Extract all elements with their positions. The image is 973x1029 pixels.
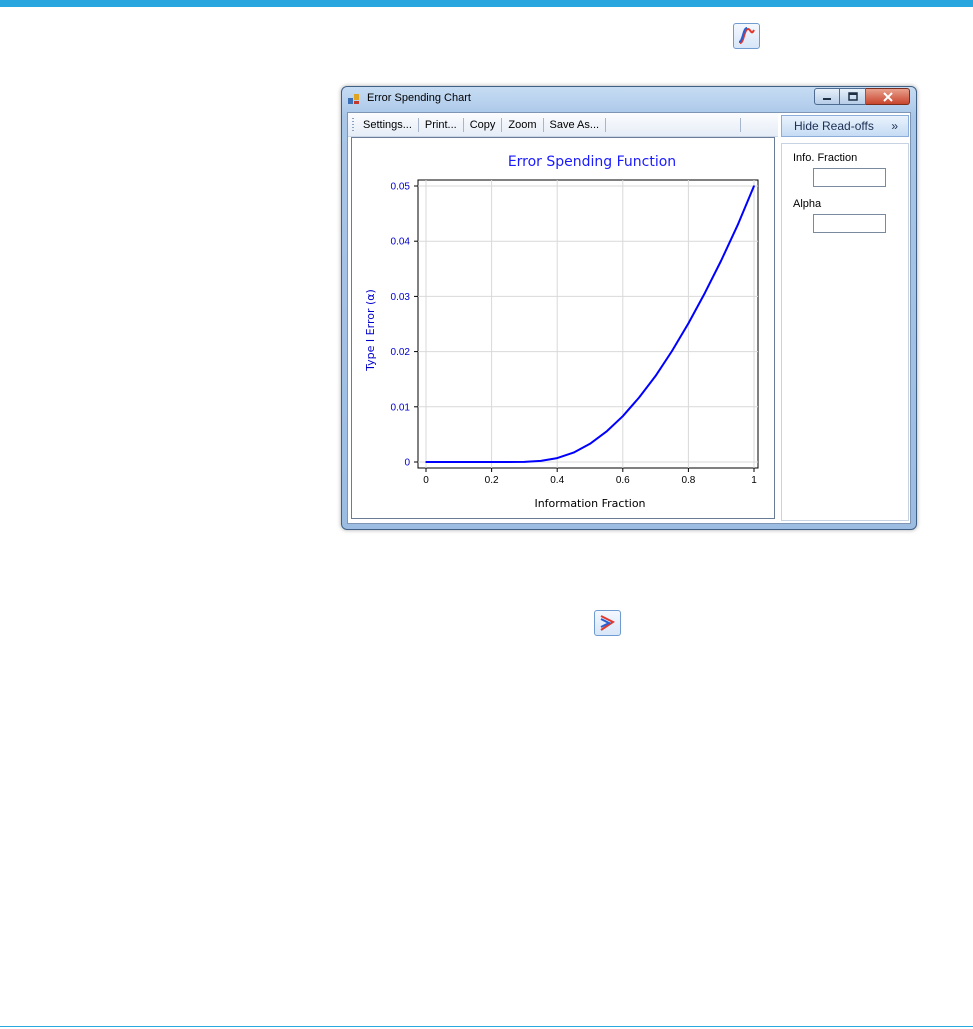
alpha-label: Alpha — [793, 198, 822, 210]
app-window-icon — [348, 94, 359, 104]
error-spending-chart: 0 0.2 0.4 0.6 0.8 1 0 0.01 0.02 0.03 0.04 0.05 Error… — [364, 154, 759, 510]
data-point — [605, 430, 608, 433]
data-point — [490, 461, 493, 463]
data-point — [671, 350, 673, 352]
error-spending-chart-window: Error Spending Chart Settings... Print..… — [341, 86, 917, 530]
x-tick-label: 0.2 — [485, 475, 499, 486]
settings-button[interactable]: Settings... — [357, 119, 418, 131]
close-button[interactable] — [866, 88, 910, 105]
window-title: Error Spending Chart — [367, 92, 471, 104]
data-point — [425, 461, 427, 463]
data-point — [458, 461, 460, 463]
maximize-button[interactable] — [840, 88, 866, 105]
window-client-area: Settings... Print... Copy Zoom Save As..… — [347, 112, 911, 524]
y-tick-label: 0.04 — [391, 237, 411, 248]
double-chevron-right-icon: » — [891, 119, 898, 133]
chart-toolbar: Settings... Print... Copy Zoom Save As..… — [348, 113, 778, 137]
read-offs-box: Info. Fraction Alpha — [781, 143, 909, 521]
plot-frame — [417, 179, 759, 469]
hide-read-offs-label: Hide Read-offs — [794, 119, 874, 133]
y-tick-label: 0.02 — [391, 347, 411, 358]
read-offs-panel: Hide Read-offs » Info. Fraction Alpha — [780, 113, 910, 523]
y-axis-label: Type I Error (α) — [364, 289, 377, 372]
info-fraction-label: Info. Fraction — [793, 152, 858, 164]
save-as-button[interactable]: Save As... — [544, 119, 606, 131]
y-tick-label: 0 — [404, 458, 410, 469]
data-point — [523, 461, 526, 463]
close-icon — [882, 91, 893, 102]
toolbar-separator — [605, 117, 607, 132]
data-point — [638, 396, 640, 399]
x-tick-label: 0.4 — [550, 475, 564, 486]
data-point — [540, 460, 542, 462]
toolbar-grip[interactable] — [352, 117, 354, 132]
data-point — [753, 185, 755, 187]
print-button[interactable]: Print... — [419, 119, 463, 131]
data-point — [572, 451, 575, 454]
boundary-app-icon[interactable] — [594, 610, 621, 636]
spending-function-app-icon[interactable] — [733, 23, 760, 49]
data-point — [441, 461, 444, 463]
y-tick-label: 0.05 — [391, 182, 411, 193]
zoom-button[interactable]: Zoom — [502, 119, 542, 131]
hide-read-offs-button[interactable]: Hide Read-offs » — [781, 115, 909, 137]
copy-button[interactable]: Copy — [464, 119, 502, 131]
window-titlebar[interactable]: Error Spending Chart — [342, 87, 916, 111]
alpha-input[interactable] — [813, 214, 886, 233]
data-point — [556, 457, 558, 459]
top-accent-bar — [0, 0, 973, 7]
data-point — [687, 322, 690, 325]
x-tick-label: 1 — [751, 475, 757, 486]
toolbar-separator — [740, 118, 741, 132]
x-tick-label: 0 — [423, 475, 429, 486]
data-point — [622, 415, 624, 417]
data-point — [507, 461, 509, 463]
data-point — [720, 259, 722, 262]
x-axis-label: Information Fraction — [534, 497, 645, 510]
data-point — [704, 292, 706, 294]
chart-title: Error Spending Function — [508, 154, 676, 170]
data-point — [736, 224, 739, 226]
data-point — [589, 442, 591, 445]
chart-panel[interactable]: 0 0.2 0.4 0.6 0.8 1 0 0.01 0.02 0.03 0.04 0.05 Error… — [351, 137, 775, 519]
bottom-accent-line — [0, 1026, 973, 1027]
data-point — [654, 375, 657, 377]
y-tick-label: 0.03 — [391, 292, 411, 303]
minimize-button[interactable] — [814, 88, 840, 105]
minimize-icon — [823, 97, 831, 100]
maximize-icon — [847, 92, 858, 101]
data-point — [474, 461, 476, 463]
x-tick-label: 0.6 — [616, 475, 630, 486]
info-fraction-input[interactable] — [813, 168, 886, 187]
x-tick-label: 0.8 — [681, 475, 695, 486]
y-tick-label: 0.01 — [391, 402, 411, 413]
